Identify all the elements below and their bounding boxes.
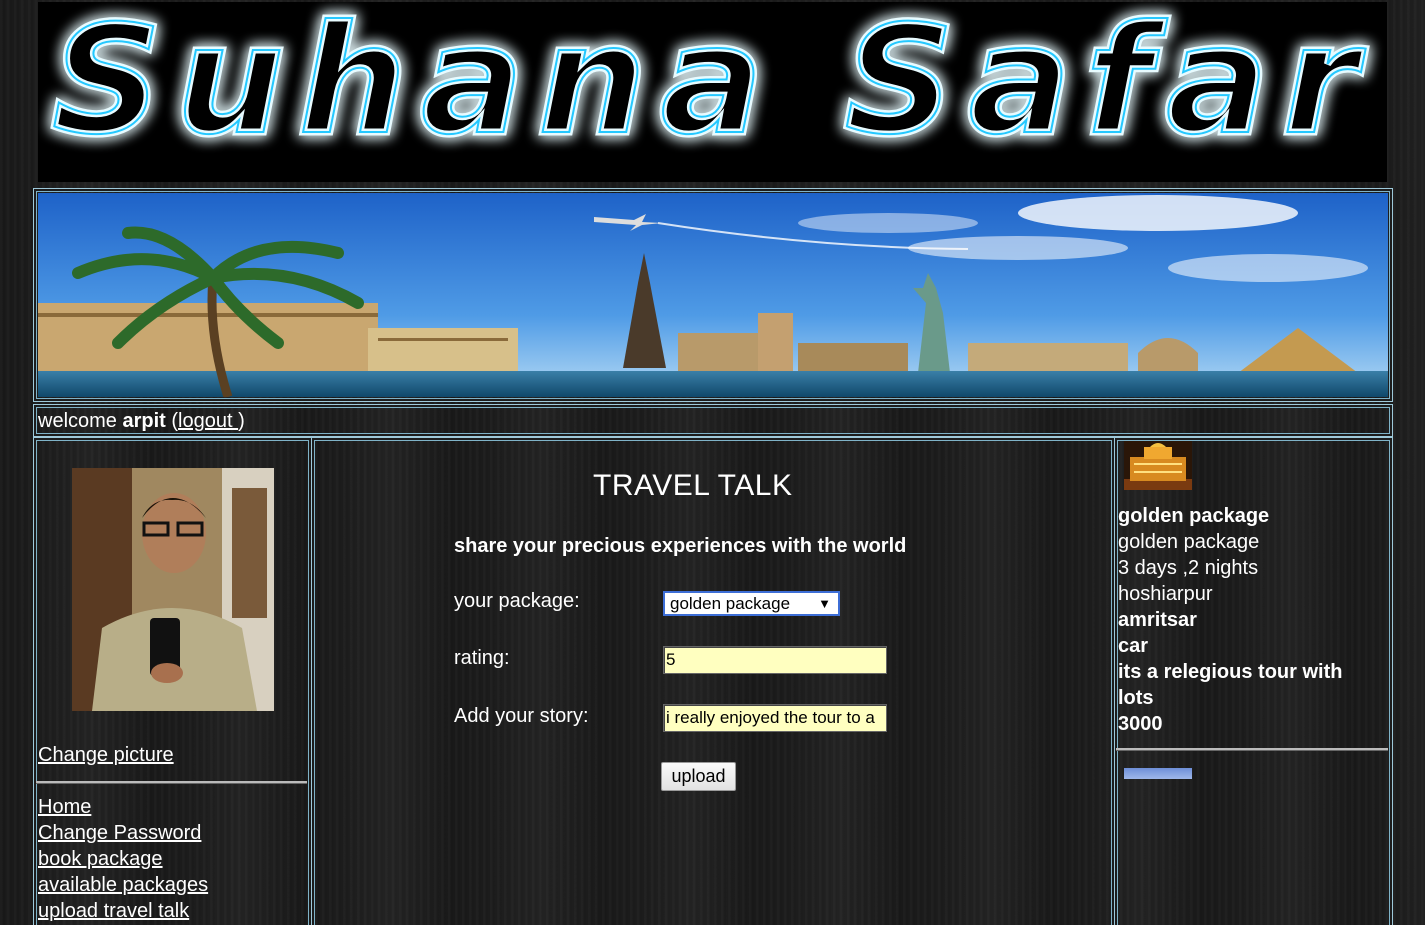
sidebar-item-upload-travel-talk[interactable]: upload travel talk xyxy=(38,898,208,924)
upload-button[interactable]: upload xyxy=(661,762,736,791)
package-price: 3000 xyxy=(1118,713,1163,735)
package-title: golden package xyxy=(1118,505,1270,527)
package-description: its a relegious tour with lots xyxy=(1118,661,1343,709)
package-duration: 3 days ,2 nights xyxy=(1118,557,1259,579)
paren-open: ( xyxy=(165,410,179,432)
sidebar-item-book-package[interactable]: book package xyxy=(38,846,208,872)
package-label: your package: xyxy=(454,590,580,612)
package-to: amritsar xyxy=(1118,609,1197,631)
sidebar-item-home[interactable]: Home xyxy=(38,794,208,820)
username: arpit xyxy=(122,410,166,432)
site-logo-banner: Suhana Safar Suhana Safar xyxy=(38,2,1387,182)
story-label: Add your story: xyxy=(454,705,589,727)
main-content xyxy=(311,437,1115,925)
sidebar-menu: Home Change Password book package availa… xyxy=(38,794,208,924)
welcome-bar: welcome arpit (logout ) xyxy=(38,408,245,434)
sidebar-item-available-packages[interactable]: available packages xyxy=(38,872,208,898)
package-divider xyxy=(1116,748,1388,751)
paren-close: ) xyxy=(238,410,245,432)
package-from: hoshiarpur xyxy=(1118,583,1213,605)
rating-label: rating: xyxy=(454,647,510,669)
package-details: golden package golden package 3 days ,2 … xyxy=(1118,503,1378,737)
package-select-value: golden package xyxy=(670,594,791,613)
sidebar-item-change-password[interactable]: Change Password xyxy=(38,820,208,846)
package-name: golden package xyxy=(1118,531,1260,553)
package-select[interactable]: golden package ▼ xyxy=(663,591,840,616)
chevron-down-icon: ▼ xyxy=(818,596,831,611)
avatar xyxy=(72,468,274,711)
package-thumbnail-2[interactable] xyxy=(1124,768,1192,779)
sidebar-divider xyxy=(36,781,307,784)
logout-link[interactable]: logout xyxy=(178,410,238,432)
change-picture-link[interactable]: Change picture xyxy=(38,744,174,767)
site-logo-outline: Suhana Safar xyxy=(52,2,1372,168)
page-subtitle: share your precious experiences with the… xyxy=(454,535,907,557)
package-transport: car xyxy=(1118,635,1149,657)
hero-banner-image xyxy=(38,193,1388,397)
package-thumbnail[interactable] xyxy=(1124,441,1192,490)
welcome-text: welcome xyxy=(38,410,123,432)
story-input[interactable]: i really enjoyed the tour to a xyxy=(663,704,887,732)
rating-input[interactable]: 5 xyxy=(663,646,887,674)
page-title: TRAVEL TALK xyxy=(593,469,793,502)
